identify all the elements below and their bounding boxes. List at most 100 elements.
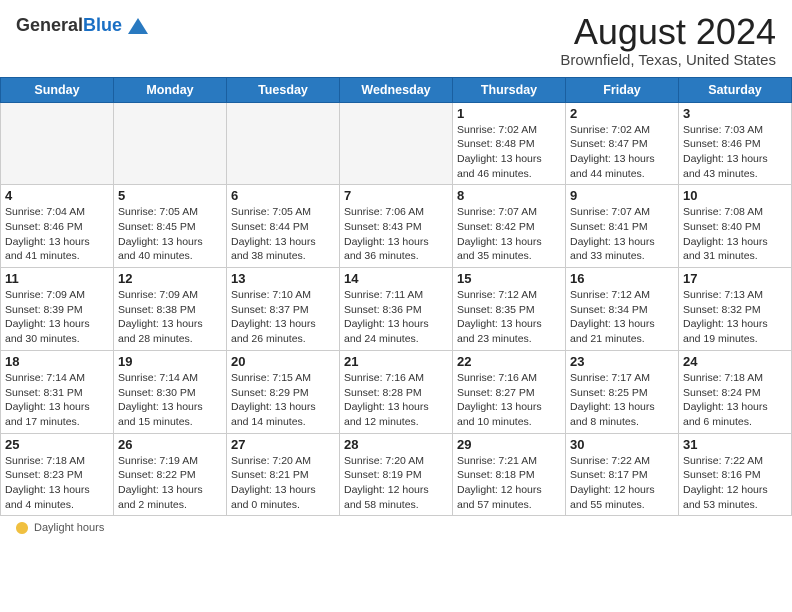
day-info: Sunrise: 7:21 AMSunset: 8:18 PMDaylight:… [457,454,561,513]
calendar-cell: 4 Sunrise: 7:04 AMSunset: 8:46 PMDaylight… [1,185,114,268]
calendar-cell: 10 Sunrise: 7:08 AMSunset: 8:40 PMDayligh… [679,185,792,268]
column-header-wednesday: Wednesday [340,77,453,102]
day-number: 13 [231,271,335,286]
day-info: Sunrise: 7:09 AMSunset: 8:39 PMDaylight:… [5,288,109,347]
day-number: 6 [231,188,335,203]
subtitle: Brownfield, Texas, United States [560,52,776,69]
week-row-4: 18Sunrise: 7:14 AMSunset: 8:31 PMDayligh… [1,350,792,433]
day-number: 11 [5,271,109,286]
calendar-cell: 18Sunrise: 7:14 AMSunset: 8:31 PMDayligh… [1,350,114,433]
calendar-cell: 6Sunrise: 7:05 AMSunset: 8:44 PMDaylight… [227,185,340,268]
calendar-cell: 19 Sunrise: 7:14 AMSunset: 8:30 PMDayligh… [114,350,227,433]
calendar-table: SundayMondayTuesdayWednesdayThursdayFrid… [0,77,792,517]
day-info: Sunrise: 7:22 AMSunset: 8:17 PMDaylight:… [570,454,674,513]
calendar-cell: 7 Sunrise: 7:06 AMSunset: 8:43 PMDaylight… [340,185,453,268]
day-number: 17 [683,271,787,286]
day-info: Sunrise: 7:05 AMSunset: 8:45 PMDaylight:… [118,205,222,264]
day-info: Sunrise: 7:11 AMSunset: 8:36 PMDaylight:… [344,288,448,347]
column-header-sunday: Sunday [1,77,114,102]
calendar-cell: 17 Sunrise: 7:13 AMSunset: 8:32 PMDayligh… [679,268,792,351]
day-info: Sunrise: 7:20 AMSunset: 8:21 PMDaylight:… [231,454,335,513]
calendar-cell: 22Sunrise: 7:16 AMSunset: 8:27 PMDayligh… [453,350,566,433]
column-header-thursday: Thursday [453,77,566,102]
calendar-cell: 24 Sunrise: 7:18 AMSunset: 8:24 PMDayligh… [679,350,792,433]
column-header-friday: Friday [566,77,679,102]
day-info: Sunrise: 7:12 AMSunset: 8:34 PMDaylight:… [570,288,674,347]
day-info: Sunrise: 7:04 AMSunset: 8:46 PMDaylight:… [5,205,109,264]
day-number: 9 [570,188,674,203]
day-info: Sunrise: 7:14 AMSunset: 8:30 PMDaylight:… [118,371,222,430]
day-info: Sunrise: 7:16 AMSunset: 8:28 PMDaylight:… [344,371,448,430]
day-number: 7 [344,188,448,203]
week-row-3: 11 Sunrise: 7:09 AMSunset: 8:39 PMDayligh… [1,268,792,351]
logo-icon [124,12,152,40]
column-header-saturday: Saturday [679,77,792,102]
calendar-cell: 27 Sunrise: 7:20 AMSunset: 8:21 PMDayligh… [227,433,340,516]
calendar-cell: 31Sunrise: 7:22 AMSunset: 8:16 PMDayligh… [679,433,792,516]
week-row-2: 4 Sunrise: 7:04 AMSunset: 8:46 PMDaylight… [1,185,792,268]
day-number: 24 [683,354,787,369]
day-info: Sunrise: 7:12 AMSunset: 8:35 PMDaylight:… [457,288,561,347]
day-number: 3 [683,106,787,121]
day-info: Sunrise: 7:03 AMSunset: 8:46 PMDaylight:… [683,123,787,182]
calendar-cell [340,102,453,185]
calendar-cell: 1 Sunrise: 7:02 AMSunset: 8:48 PMDaylight… [453,102,566,185]
day-number: 20 [231,354,335,369]
day-number: 2 [570,106,674,121]
calendar-cell: 13 Sunrise: 7:10 AMSunset: 8:37 PMDayligh… [227,268,340,351]
day-info: Sunrise: 7:18 AMSunset: 8:23 PMDaylight:… [5,454,109,513]
calendar-cell [114,102,227,185]
logo-text: GeneralBlue [16,16,122,36]
day-number: 31 [683,437,787,452]
day-number: 26 [118,437,222,452]
day-number: 1 [457,106,561,121]
day-number: 14 [344,271,448,286]
day-info: Sunrise: 7:20 AMSunset: 8:19 PMDaylight:… [344,454,448,513]
day-info: Sunrise: 7:14 AMSunset: 8:31 PMDaylight:… [5,371,109,430]
column-header-monday: Monday [114,77,227,102]
day-info: Sunrise: 7:07 AMSunset: 8:42 PMDaylight:… [457,205,561,264]
calendar-cell: 30Sunrise: 7:22 AMSunset: 8:17 PMDayligh… [566,433,679,516]
calendar-cell: 15Sunrise: 7:12 AMSunset: 8:35 PMDayligh… [453,268,566,351]
day-info: Sunrise: 7:08 AMSunset: 8:40 PMDaylight:… [683,205,787,264]
day-number: 19 [118,354,222,369]
logo-general: General [16,15,83,35]
title-block: August 2024 Brownfield, Texas, United St… [560,12,776,69]
day-info: Sunrise: 7:19 AMSunset: 8:22 PMDaylight:… [118,454,222,513]
footer-label: Daylight hours [34,522,104,534]
main-title: August 2024 [560,12,776,52]
calendar-cell: 28 Sunrise: 7:20 AMSunset: 8:19 PMDayligh… [340,433,453,516]
day-number: 5 [118,188,222,203]
calendar-cell: 3 Sunrise: 7:03 AMSunset: 8:46 PMDaylight… [679,102,792,185]
day-info: Sunrise: 7:06 AMSunset: 8:43 PMDaylight:… [344,205,448,264]
logo-blue: Blue [83,15,122,35]
calendar-cell: 25 Sunrise: 7:18 AMSunset: 8:23 PMDayligh… [1,433,114,516]
day-info: Sunrise: 7:15 AMSunset: 8:29 PMDaylight:… [231,371,335,430]
day-number: 28 [344,437,448,452]
day-info: Sunrise: 7:13 AMSunset: 8:32 PMDaylight:… [683,288,787,347]
day-info: Sunrise: 7:02 AMSunset: 8:47 PMDaylight:… [570,123,674,182]
day-number: 12 [118,271,222,286]
day-number: 21 [344,354,448,369]
day-number: 10 [683,188,787,203]
calendar-cell: 2 Sunrise: 7:02 AMSunset: 8:47 PMDaylight… [566,102,679,185]
day-info: Sunrise: 7:07 AMSunset: 8:41 PMDaylight:… [570,205,674,264]
day-info: Sunrise: 7:10 AMSunset: 8:37 PMDaylight:… [231,288,335,347]
calendar-cell: 9 Sunrise: 7:07 AMSunset: 8:41 PMDaylight… [566,185,679,268]
day-number: 27 [231,437,335,452]
day-number: 25 [5,437,109,452]
header-row: SundayMondayTuesdayWednesdayThursdayFrid… [1,77,792,102]
calendar-cell: 14 Sunrise: 7:11 AMSunset: 8:36 PMDayligh… [340,268,453,351]
day-info: Sunrise: 7:18 AMSunset: 8:24 PMDaylight:… [683,371,787,430]
calendar-cell: 26 Sunrise: 7:19 AMSunset: 8:22 PMDayligh… [114,433,227,516]
calendar-cell: 16Sunrise: 7:12 AMSunset: 8:34 PMDayligh… [566,268,679,351]
calendar-cell [1,102,114,185]
calendar-cell: 29Sunrise: 7:21 AMSunset: 8:18 PMDayligh… [453,433,566,516]
day-number: 23 [570,354,674,369]
day-info: Sunrise: 7:09 AMSunset: 8:38 PMDaylight:… [118,288,222,347]
footer-note: Daylight hours [0,516,792,540]
day-info: Sunrise: 7:02 AMSunset: 8:48 PMDaylight:… [457,123,561,182]
day-number: 4 [5,188,109,203]
calendar-cell: 23Sunrise: 7:17 AMSunset: 8:25 PMDayligh… [566,350,679,433]
calendar-cell: 21 Sunrise: 7:16 AMSunset: 8:28 PMDayligh… [340,350,453,433]
